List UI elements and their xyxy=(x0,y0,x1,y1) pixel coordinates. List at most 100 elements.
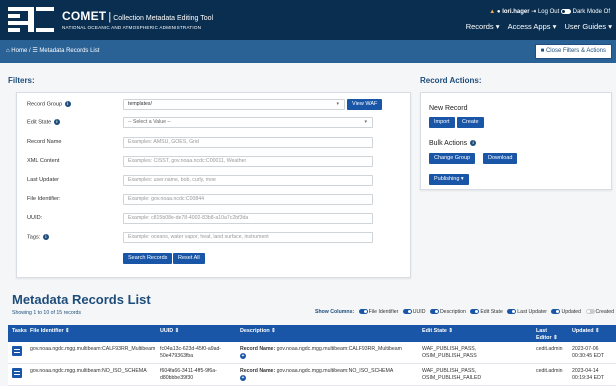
breadcrumb-home[interactable]: Home xyxy=(11,48,27,54)
breadcrumb: ⌂ Home / ☰ Metadata Records List xyxy=(6,47,99,54)
cell-uuid: fc04a13c-623d-45f0-a9ad- 50e479363fba xyxy=(160,346,221,360)
cell-file-identifier[interactable]: gov.noaa.ngdc.mgg.multibeam:CALF93RR_Mul… xyxy=(30,346,155,352)
updated-date: 2023-04-14 xyxy=(572,368,599,374)
bell-icon[interactable]: ▲ xyxy=(489,9,495,15)
menu-records[interactable]: Records ▾ xyxy=(466,22,500,31)
info-icon[interactable]: i xyxy=(64,101,71,107)
chevron-down-icon: ▾ xyxy=(336,101,339,107)
cell-file-identifier[interactable]: gov.noaa.ngdc.mgg.multibeam:NO_ISO_SCHEM… xyxy=(30,368,147,374)
cell-last-editor: cedit.admin xyxy=(536,368,563,374)
edit-state-select[interactable]: -- Select a Value -- ▾ xyxy=(123,117,373,128)
create-button[interactable]: Create xyxy=(457,117,484,128)
col-description[interactable]: Description ⇕ xyxy=(240,328,276,334)
record-name-label: Record Name: xyxy=(240,346,276,352)
bulk-actions-label: Bulk Actions xyxy=(429,140,468,147)
breadcrumb-current: Metadata Records List xyxy=(39,48,100,54)
top-menus: Records ▾ Access Apps ▾ User Guides ▾ xyxy=(460,22,612,31)
close-filters-button[interactable]: ■ Close Filters & Actions xyxy=(534,44,612,59)
record-group-label-text: Record Group xyxy=(27,101,63,108)
record-name-value: gov.noaa.ngdc.mgg.multibeam:CALF93RR_Mul… xyxy=(276,346,402,352)
updated-time: 00:19:34 EDT xyxy=(572,375,605,381)
bulk-actions-heading: Bulk Actions i xyxy=(429,140,477,147)
toggle-label: Last Updater xyxy=(517,309,547,315)
file-identifier-label: File Identifier: xyxy=(27,196,61,202)
record-name-label: Record Name xyxy=(27,139,62,145)
search-records-button[interactable]: Search Records xyxy=(123,253,173,264)
toggle-uuid[interactable] xyxy=(402,309,412,315)
toggle-label: Description xyxy=(439,309,466,315)
cell-edit-state: WAF_PUBLISH_PASS, OSIM_PUBLISH_PASS xyxy=(422,346,477,360)
edit-state-label: Edit State i xyxy=(27,119,60,125)
record-name-input[interactable]: Examples: AMSU, GOES, Grid xyxy=(123,137,373,148)
record-group-select[interactable]: templates/ ▾ xyxy=(123,99,345,110)
toggle-label: Edit State xyxy=(480,309,503,315)
uuid-part: d80bbbe39f30 xyxy=(160,375,194,381)
toggle-created[interactable] xyxy=(585,309,595,315)
last-updater-input[interactable]: Examples: user.name, bob, curly, moe xyxy=(123,175,373,186)
col-edit-state[interactable]: Edit State ⇕ xyxy=(422,328,453,334)
record-actions-title: Record Actions: xyxy=(420,76,482,85)
col-updated[interactable]: Updated ⇕ xyxy=(572,328,600,334)
toggle-label: UUID xyxy=(412,309,426,315)
cell-updated: 2023-04-14 00:19:34 EDT xyxy=(572,368,604,382)
logout-link[interactable]: Log Out xyxy=(538,9,559,15)
logout-icon: ⇥ xyxy=(531,9,537,15)
menu-access-apps[interactable]: Access Apps ▾ xyxy=(508,22,557,31)
chevron-down-icon: ▾ xyxy=(364,119,367,125)
info-icon[interactable]: i xyxy=(470,140,477,147)
col-file-identifier[interactable]: File Identifier ⇕ xyxy=(30,328,70,334)
row-menu-button[interactable] xyxy=(12,368,22,378)
record-name-label: Record Name: xyxy=(240,368,276,374)
dark-mode-toggle[interactable] xyxy=(560,8,571,14)
close-square-icon: ■ xyxy=(540,48,545,54)
info-icon[interactable]: i xyxy=(53,119,60,125)
filters-panel: Record Group i templates/ ▾ View WAF Edit… xyxy=(16,92,411,278)
record-group-value: templates/ xyxy=(128,101,152,107)
username[interactable]: lori.hager xyxy=(502,9,529,15)
top-header: COMET | Collection Metadata Editing Tool N… xyxy=(0,0,616,40)
uuid-part: 50e479363fba xyxy=(160,353,194,359)
record-actions-panel: New Record Import Create Bulk Actions i … xyxy=(420,92,612,190)
col-tasks: Tasks xyxy=(12,328,27,334)
agency-name: NATIONAL OCEANIC AND ATMOSPHERIC ADMINIS… xyxy=(62,25,202,30)
record-group-label: Record Group i xyxy=(27,101,71,107)
uuid-part: f604fa66-3411-4ff5-9f6a- xyxy=(160,368,217,374)
xml-content-input[interactable]: Examples: CISST, gov.noaa.ncdc:C00011, W… xyxy=(123,156,373,167)
change-group-button[interactable]: Change Group xyxy=(429,153,476,164)
toggle-updated[interactable] xyxy=(551,309,561,315)
table-row[interactable]: gov.noaa.ngdc.mgg.multibeam:NO_ISO_SCHEM… xyxy=(8,364,616,386)
reset-all-button[interactable]: Reset All xyxy=(173,253,205,264)
expand-icon[interactable]: + xyxy=(240,353,246,359)
expand-icon[interactable]: + xyxy=(240,375,246,381)
tags-label: Tags: i xyxy=(27,234,49,240)
download-button[interactable]: Download xyxy=(483,153,518,164)
toggle-file-identifier[interactable] xyxy=(358,309,368,315)
info-icon[interactable]: i xyxy=(42,234,49,240)
toggle-description[interactable] xyxy=(429,309,439,315)
state-part: OSIM_PUBLISH_FAILED xyxy=(422,375,482,381)
row-menu-button[interactable] xyxy=(12,346,22,356)
toggle-edit-state[interactable] xyxy=(470,309,480,315)
list-icon: ☰ xyxy=(32,48,38,54)
home-icon[interactable]: ⌂ xyxy=(6,48,10,54)
dark-mode-label: Dark Mode Of xyxy=(572,9,610,15)
updated-time: 00:30:45 EDT xyxy=(572,353,605,359)
menu-user-guides[interactable]: User Guides ▾ xyxy=(564,22,612,31)
updated-date: 2023-07-06 xyxy=(572,346,599,352)
publishing-dropdown[interactable]: Publishing ▾ xyxy=(429,174,469,185)
new-record-heading: New Record xyxy=(429,105,468,112)
view-waf-button[interactable]: View WAF xyxy=(347,99,383,110)
toggle-last-updater[interactable] xyxy=(507,309,517,315)
file-identifier-input[interactable]: Example: gov.noaa.ncdc:C00844 xyxy=(123,194,373,205)
comet-logo[interactable] xyxy=(8,7,54,35)
uuid-part: fc04a13c-623d-45f0-a9ad- xyxy=(160,346,222,352)
uuid-input[interactable]: Example: c815b08e-de78-4002-83b8-a10a7c2… xyxy=(123,213,373,224)
cell-updated: 2023-07-06 00:30:45 EDT xyxy=(572,346,604,360)
import-button[interactable]: Import xyxy=(429,117,455,128)
table-row[interactable]: gov.noaa.ngdc.mgg.multibeam:CALF93RR_Mul… xyxy=(8,342,616,364)
brand-name: COMET xyxy=(62,9,107,23)
close-filters-label: Close Filters & Actions xyxy=(545,48,606,54)
col-uuid[interactable]: UUID ⇕ xyxy=(160,328,179,334)
tags-input[interactable]: Example: oceans, water vapor, heat, land… xyxy=(123,232,373,243)
col-last-editor[interactable]: Last Editor ⇕ xyxy=(536,328,564,342)
